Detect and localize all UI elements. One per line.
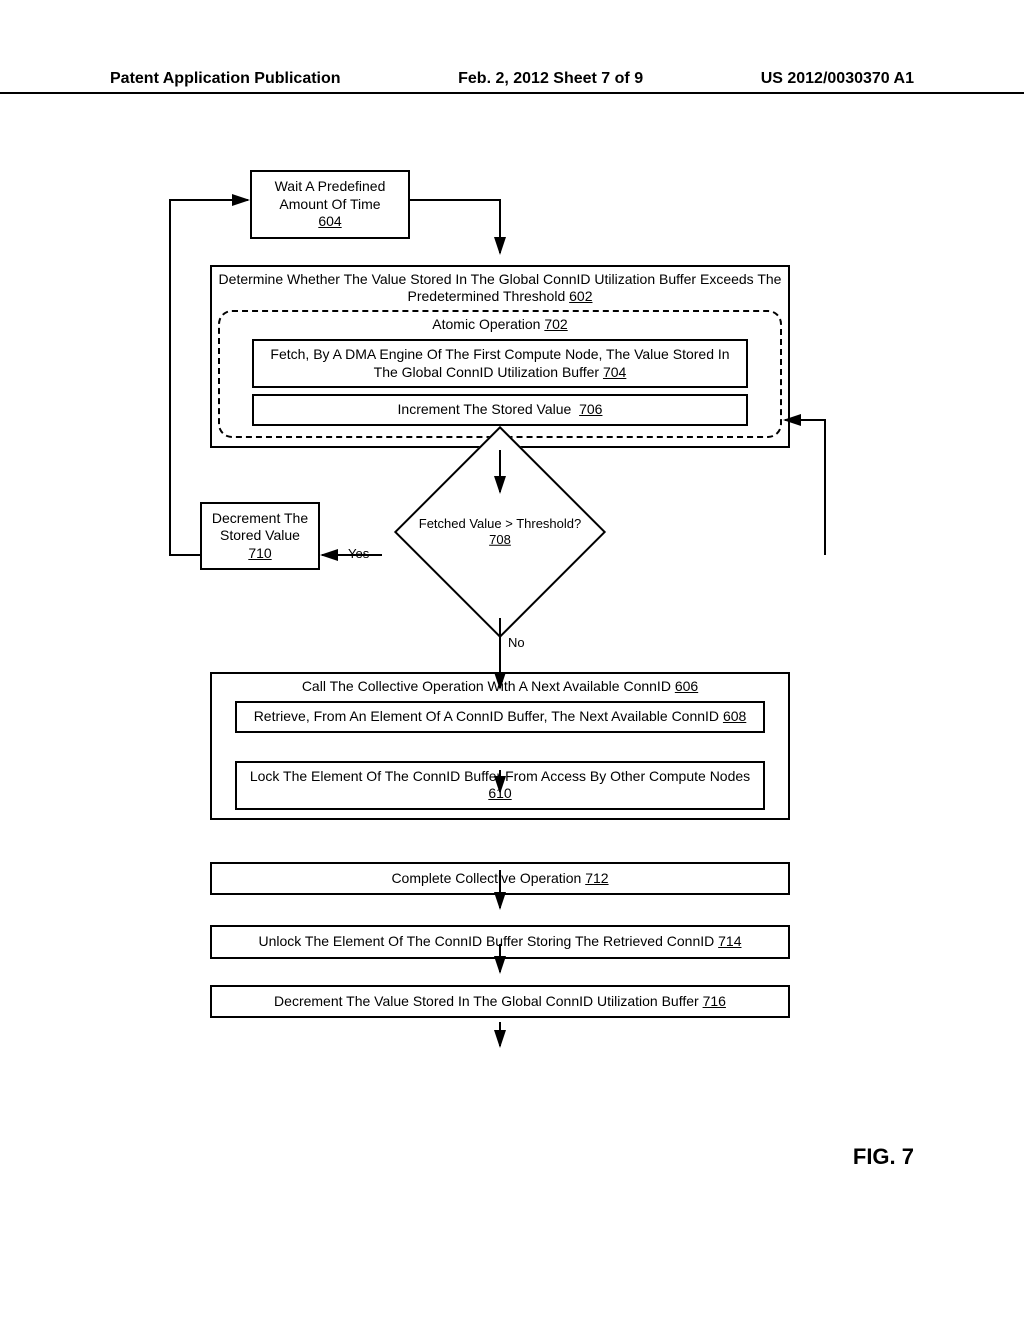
- box-714-ref: 714: [718, 933, 741, 949]
- box-610-ref: 610: [488, 785, 511, 801]
- box-702-titleline: Atomic Operation 702: [230, 316, 770, 334]
- box-604-ref: 604: [318, 213, 341, 229]
- box-608: Retrieve, From An Element Of A ConnID Bu…: [235, 701, 765, 733]
- box-606-ref: 606: [675, 678, 698, 694]
- box-712-ref: 712: [585, 870, 608, 886]
- box-704-text: Fetch, By A DMA Engine Of The First Comp…: [270, 346, 729, 380]
- box-602-text: Determine Whether The Value Stored In Th…: [219, 271, 782, 305]
- box-716-text: Decrement The Value Stored In The Global…: [274, 993, 699, 1009]
- box-702-dashed: Atomic Operation 702 Fetch, By A DMA Eng…: [218, 310, 782, 438]
- decision-708-text: Fetched Value > Threshold?: [419, 515, 582, 530]
- page-header: Patent Application Publication Feb. 2, 2…: [0, 70, 1024, 94]
- box-716: Decrement The Value Stored In The Global…: [210, 985, 790, 1019]
- box-710-ref: 710: [248, 545, 271, 561]
- edge-label-no: No: [508, 635, 525, 650]
- header-center: Feb. 2, 2012 Sheet 7 of 9: [458, 70, 643, 88]
- header-left: Patent Application Publication: [110, 70, 341, 88]
- box-714-text: Unlock The Element Of The ConnID Buffer …: [258, 933, 714, 949]
- decision-708: Fetched Value > Threshold? 708: [380, 472, 620, 592]
- box-606-text: Call The Collective Operation With A Nex…: [302, 678, 671, 694]
- box-712: Complete Collective Operation 712: [210, 862, 790, 896]
- box-606-titleline: Call The Collective Operation With A Nex…: [218, 678, 782, 696]
- box-712-text: Complete Collective Operation: [391, 870, 581, 886]
- box-706-text: Increment The Stored Value: [398, 401, 572, 417]
- box-610-text: Lock The Element Of The ConnID Buffer Fr…: [250, 768, 750, 784]
- edge-label-yes: Yes: [348, 546, 369, 561]
- box-604-text: Wait A Predefined Amount Of Time: [275, 178, 386, 212]
- box-602: Determine Whether The Value Stored In Th…: [210, 265, 790, 448]
- box-702-text: Atomic Operation: [432, 316, 540, 332]
- figure-label: FIG. 7: [853, 1144, 914, 1170]
- header-right: US 2012/0030370 A1: [761, 70, 914, 88]
- flowchart: Wait A Predefined Amount Of Time 604 Det…: [210, 170, 790, 1018]
- box-604: Wait A Predefined Amount Of Time 604: [250, 170, 410, 239]
- box-716-ref: 716: [703, 993, 726, 1009]
- decision-708-text-wrap: Fetched Value > Threshold? 708: [415, 515, 585, 548]
- box-714: Unlock The Element Of The ConnID Buffer …: [210, 925, 790, 959]
- decision-708-ref: 708: [489, 532, 511, 547]
- box-706-ref: 706: [579, 401, 602, 417]
- box-704-ref: 704: [603, 364, 626, 380]
- box-702-ref: 702: [544, 316, 567, 332]
- box-610: Lock The Element Of The ConnID Buffer Fr…: [235, 761, 765, 810]
- box-706: Increment The Stored Value 706: [252, 394, 749, 426]
- box-710-text: Decrement The Stored Value: [212, 510, 308, 544]
- box-606: Call The Collective Operation With A Nex…: [210, 672, 790, 820]
- box-608-ref: 608: [723, 708, 746, 724]
- box-704: Fetch, By A DMA Engine Of The First Comp…: [252, 339, 749, 388]
- box-602-ref: 602: [569, 288, 592, 304]
- box-602-titleline: Determine Whether The Value Stored In Th…: [218, 271, 782, 306]
- box-608-text: Retrieve, From An Element Of A ConnID Bu…: [254, 708, 719, 724]
- box-710: Decrement The Stored Value 710: [200, 502, 320, 571]
